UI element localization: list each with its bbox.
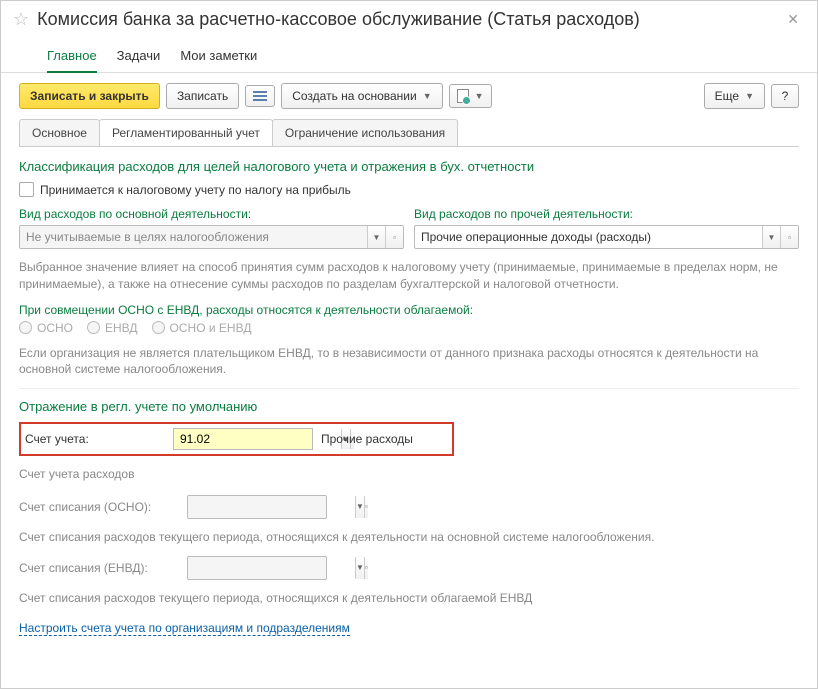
chevron-down-icon: ▼ bbox=[475, 91, 484, 101]
chevron-down-icon: ▼ bbox=[355, 496, 364, 518]
divider bbox=[19, 388, 799, 389]
radio-both: ОСНО и ЕНВД bbox=[152, 321, 252, 335]
expense-other-input[interactable] bbox=[415, 226, 762, 248]
favorite-star-icon[interactable]: ☆ bbox=[13, 9, 29, 30]
help-text-3: Счет списания расходов текущего периода,… bbox=[19, 529, 799, 546]
writeoff-osno-lookup: ▼ ▫ bbox=[187, 495, 327, 519]
tax-accepted-label: Принимается к налоговому учету по налогу… bbox=[40, 183, 351, 197]
subtab-main[interactable]: Основное bbox=[19, 119, 100, 146]
osno-envd-label: При совмещении ОСНО с ЕНВД, расходы отно… bbox=[19, 303, 799, 317]
tab-tasks[interactable]: Задачи bbox=[117, 42, 161, 72]
document-icon bbox=[457, 89, 469, 103]
radio-icon bbox=[152, 321, 165, 334]
create-based-button[interactable]: Создать на основании▼ bbox=[281, 83, 442, 109]
tab-main[interactable]: Главное bbox=[47, 42, 97, 73]
subtab-regulated[interactable]: Регламентированный учет bbox=[99, 119, 273, 146]
account-label: Счет учета: bbox=[25, 432, 165, 446]
subtab-restriction[interactable]: Ограничение использования bbox=[272, 119, 458, 146]
radio-osno: ОСНО bbox=[19, 321, 73, 335]
more-button[interactable]: Еще▼ bbox=[704, 83, 765, 109]
help-button[interactable]: ? bbox=[771, 84, 799, 108]
account-highlight-box: Счет учета: ▼ ▫ Прочие расходы bbox=[19, 422, 454, 456]
help-text-1: Выбранное значение влияет на способ прин… bbox=[19, 259, 799, 293]
help-text-2: Если организация не является плательщико… bbox=[19, 345, 799, 379]
open-icon[interactable]: ▫ bbox=[780, 226, 798, 248]
tab-notes[interactable]: Мои заметки bbox=[180, 42, 257, 72]
document-button[interactable]: ▼ bbox=[449, 84, 492, 108]
writeoff-osno-input bbox=[188, 496, 355, 518]
chevron-down-icon[interactable]: ▼ bbox=[762, 226, 780, 248]
chevron-down-icon: ▼ bbox=[423, 91, 432, 101]
section-default-heading: Отражение в регл. учете по умолчанию bbox=[19, 399, 799, 414]
list-icon bbox=[253, 90, 267, 102]
list-button[interactable] bbox=[245, 85, 275, 107]
open-icon: ▫ bbox=[364, 557, 368, 579]
writeoff-osno-label: Счет списания (ОСНО): bbox=[19, 500, 179, 514]
open-icon[interactable]: ▫ bbox=[385, 226, 403, 248]
configure-accounts-link[interactable]: Настроить счета учета по организациям и … bbox=[19, 621, 350, 636]
chevron-down-icon: ▼ bbox=[745, 91, 754, 101]
save-and-close-button[interactable]: Записать и закрыть bbox=[19, 83, 160, 109]
writeoff-envd-input bbox=[188, 557, 355, 579]
radio-envd: ЕНВД bbox=[87, 321, 138, 335]
expense-other-label: Вид расходов по прочей деятельности: bbox=[414, 207, 799, 221]
tax-accepted-checkbox[interactable] bbox=[19, 182, 34, 197]
account-input[interactable] bbox=[174, 429, 341, 449]
open-icon: ▫ bbox=[364, 496, 368, 518]
close-icon[interactable]: ✕ bbox=[781, 9, 805, 30]
expense-other-lookup[interactable]: ▼ ▫ bbox=[414, 225, 799, 249]
expense-main-input[interactable] bbox=[20, 226, 367, 248]
save-button[interactable]: Записать bbox=[166, 83, 239, 109]
help-text-4: Счет списания расходов текущего периода,… bbox=[19, 590, 799, 607]
writeoff-envd-lookup: ▼ ▫ bbox=[187, 556, 327, 580]
account-lookup[interactable]: ▼ ▫ bbox=[173, 428, 313, 450]
writeoff-envd-label: Счет списания (ЕНВД): bbox=[19, 561, 179, 575]
section-classification-heading: Классификация расходов для целей налогов… bbox=[19, 159, 799, 174]
radio-icon bbox=[19, 321, 32, 334]
chevron-down-icon[interactable]: ▼ bbox=[367, 226, 385, 248]
expense-main-label: Вид расходов по основной деятельности: bbox=[19, 207, 404, 221]
radio-icon bbox=[87, 321, 100, 334]
chevron-down-icon: ▼ bbox=[355, 557, 364, 579]
expense-main-lookup[interactable]: ▼ ▫ bbox=[19, 225, 404, 249]
account-expenses-label: Счет учета расходов bbox=[19, 466, 799, 483]
account-description: Прочие расходы bbox=[321, 432, 413, 446]
page-title: Комиссия банка за расчетно-кассовое обсл… bbox=[37, 9, 781, 30]
